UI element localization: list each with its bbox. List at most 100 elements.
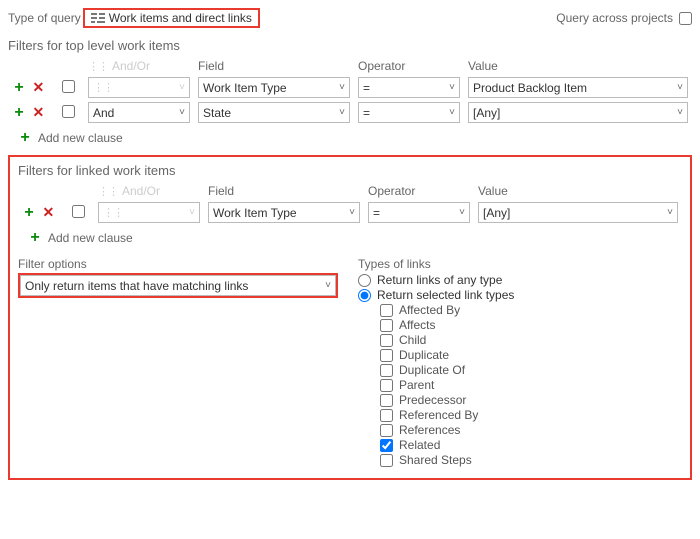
chevron-down-icon: ˅ <box>339 82 345 93</box>
link-type-item[interactable]: Child <box>380 333 682 347</box>
query-across-checkbox[interactable] <box>679 12 692 25</box>
and-or-header-label: And/Or <box>112 59 150 73</box>
delete-row-button[interactable]: ✕ <box>41 205 55 219</box>
chevron-down-icon: ˅ <box>189 207 195 218</box>
top-filters-table: ⋮⋮ And/Or Field Operator Value + ✕ ⋮⋮ ˅ … <box>8 57 692 125</box>
linked-filters-title: Filters for linked work items <box>18 163 682 178</box>
link-type-item[interactable]: Parent <box>380 378 682 392</box>
add-new-clause-button[interactable]: + Add new clause <box>28 231 133 245</box>
add-new-clause-button[interactable]: + Add new clause <box>18 131 123 145</box>
link-type-item[interactable]: Related <box>380 438 682 452</box>
link-type-item[interactable]: Duplicate <box>380 348 682 362</box>
top-filters-title: Filters for top level work items <box>8 38 692 53</box>
radio-selected-label: Return selected link types <box>377 288 514 302</box>
chevron-down-icon: ˅ <box>339 107 345 118</box>
and-or-select[interactable]: ⋮⋮ ˅ <box>88 77 190 98</box>
link-type-item[interactable]: Affects <box>380 318 682 332</box>
operator-header: Operator <box>354 57 464 75</box>
chevron-down-icon: ˅ <box>349 207 355 218</box>
query-type-value: Work items and direct links <box>109 11 252 25</box>
direct-links-icon <box>91 12 105 24</box>
operator-select[interactable]: =˅ <box>358 102 460 123</box>
link-type-checkbox[interactable] <box>380 349 393 362</box>
link-type-checkbox[interactable] <box>380 439 393 452</box>
linked-filters-table: ⋮⋮ And/Or Field Operator Value + ✕ ⋮⋮ <box>18 182 682 225</box>
link-type-item[interactable]: References <box>380 423 682 437</box>
chevron-down-icon: ˅ <box>325 280 331 291</box>
link-type-label: Related <box>399 438 440 452</box>
value-select[interactable]: [Any]˅ <box>478 202 678 223</box>
query-across-label: Query across projects <box>556 11 673 25</box>
link-type-checkbox[interactable] <box>380 454 393 467</box>
query-type-selector[interactable]: Work items and direct links <box>83 8 260 28</box>
link-type-label: Referenced By <box>399 408 478 422</box>
table-row: + ✕ ⋮⋮ ˅ Work Item Type˅ =˅ Product Back… <box>8 75 692 100</box>
add-clause-label: Add new clause <box>48 231 133 245</box>
field-select[interactable]: Work Item Type˅ <box>198 77 350 98</box>
link-type-checkbox[interactable] <box>380 304 393 317</box>
link-type-item[interactable]: Affected By <box>380 303 682 317</box>
radio-selected[interactable] <box>358 289 371 302</box>
link-type-label: Shared Steps <box>399 453 472 467</box>
value-header: Value <box>474 182 682 200</box>
field-select[interactable]: Work Item Type˅ <box>208 202 360 223</box>
chevron-down-icon: ˅ <box>179 107 185 118</box>
chevron-down-icon: ˅ <box>677 107 683 118</box>
link-type-item[interactable]: Shared Steps <box>380 453 682 467</box>
chevron-down-icon: ˅ <box>179 82 185 93</box>
filter-options-label: Filter options <box>18 257 338 271</box>
link-type-label: Affected By <box>399 303 460 317</box>
operator-select[interactable]: =˅ <box>368 202 470 223</box>
add-row-button[interactable]: + <box>12 106 26 120</box>
radio-any[interactable] <box>358 274 371 287</box>
plus-icon: + <box>18 131 32 145</box>
link-types-any-radio[interactable]: Return links of any type <box>358 273 682 287</box>
link-type-label: Child <box>399 333 426 347</box>
and-or-header: ⋮⋮ And/Or <box>98 184 200 198</box>
chevron-down-icon: ˅ <box>667 207 673 218</box>
value-header: Value <box>464 57 692 75</box>
link-type-checkbox[interactable] <box>380 364 393 377</box>
link-types-selected-radio[interactable]: Return selected link types <box>358 288 682 302</box>
radio-any-label: Return links of any type <box>377 273 502 287</box>
link-type-label: References <box>399 423 460 437</box>
delete-row-button[interactable]: ✕ <box>31 80 45 94</box>
add-row-button[interactable]: + <box>22 206 36 220</box>
row-checkbox[interactable] <box>62 105 75 118</box>
link-type-label: Predecessor <box>399 393 466 407</box>
and-or-header: ⋮⋮ And/Or <box>88 59 190 73</box>
chevron-down-icon: ˅ <box>449 82 455 93</box>
row-checkbox[interactable] <box>72 205 85 218</box>
link-type-checkbox[interactable] <box>380 379 393 392</box>
value-select[interactable]: [Any]˅ <box>468 102 688 123</box>
link-type-checkbox[interactable] <box>380 334 393 347</box>
field-header: Field <box>194 57 354 75</box>
filter-options-select[interactable]: Only return items that have matching lin… <box>20 275 336 296</box>
filter-options-value: Only return items that have matching lin… <box>25 279 248 293</box>
add-clause-label: Add new clause <box>38 131 123 145</box>
link-type-label: Parent <box>399 378 434 392</box>
field-select[interactable]: State˅ <box>198 102 350 123</box>
link-type-item[interactable]: Referenced By <box>380 408 682 422</box>
link-type-checkbox[interactable] <box>380 409 393 422</box>
link-types-label: Types of links <box>358 257 682 271</box>
operator-select[interactable]: =˅ <box>358 77 460 98</box>
and-or-select[interactable]: And˅ <box>88 102 190 123</box>
link-type-checkbox[interactable] <box>380 424 393 437</box>
row-checkbox[interactable] <box>62 80 75 93</box>
add-row-button[interactable]: + <box>12 81 26 95</box>
and-or-header-label: And/Or <box>122 184 160 198</box>
query-across-projects[interactable]: Query across projects <box>556 11 692 25</box>
link-type-item[interactable]: Duplicate Of <box>380 363 682 377</box>
value-select[interactable]: Product Backlog Item˅ <box>468 77 688 98</box>
link-type-checkbox[interactable] <box>380 394 393 407</box>
link-type-item[interactable]: Predecessor <box>380 393 682 407</box>
delete-row-button[interactable]: ✕ <box>31 105 45 119</box>
link-type-label: Affects <box>399 318 435 332</box>
grip-icon: ⋮⋮ <box>98 185 118 198</box>
and-or-select[interactable]: ⋮⋮ ˅ <box>98 202 200 223</box>
link-type-checkbox[interactable] <box>380 319 393 332</box>
chevron-down-icon: ˅ <box>449 107 455 118</box>
chevron-down-icon: ˅ <box>459 207 465 218</box>
plus-icon: + <box>28 231 42 245</box>
